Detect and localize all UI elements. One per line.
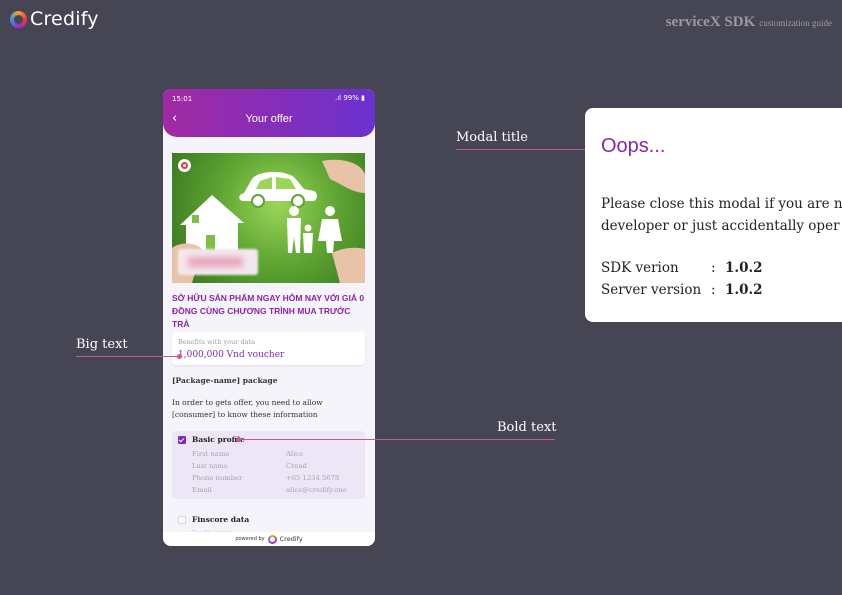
- annotation-big-text-dot: [177, 354, 182, 359]
- finscore-checkbox[interactable]: [178, 516, 186, 524]
- status-battery: .ıl 99% ▮: [335, 94, 365, 102]
- field-label: First name: [192, 450, 230, 458]
- modal-body-line: developer or just accidentally oper: [601, 218, 840, 234]
- powered-by-footer: powered by Credify: [163, 532, 375, 546]
- benefit-value: 1,000,000 Vnd voucher: [178, 350, 285, 360]
- basic-profile-checkbox[interactable]: [178, 436, 186, 444]
- guide-heading: serviceX SDK customization guide: [666, 13, 832, 31]
- sdk-version-row: SDK verion:1.0.2: [601, 260, 763, 276]
- phone-mockup: 15:01 .ıl 99% ▮ ‹ Your offer SỞ HỮU SẢN …: [163, 89, 375, 546]
- error-modal: Oops... Please close this modal if you a…: [585, 108, 842, 322]
- server-version-row: Server version:1.0.2: [601, 282, 763, 298]
- sdk-version-colon: :: [711, 260, 716, 276]
- field-label: Last name: [192, 462, 228, 470]
- screen-title: Your offer: [245, 113, 293, 125]
- credify-mini-ring-icon: [267, 534, 277, 544]
- annotation-big-text-line: [76, 356, 180, 357]
- package-title: [Package-name] package: [172, 376, 278, 385]
- offer-headline: SỞ HỮU SẢN PHẨM NGAY HÔM NAY VỚI GIÁ 0 Đ…: [172, 293, 365, 329]
- guide-subtitle: customization guide: [759, 18, 832, 28]
- field-value: Cread: [286, 462, 307, 470]
- offer-hero-image: [172, 153, 365, 283]
- annotation-bold-text-label: Bold text: [497, 420, 557, 435]
- credify-ring-icon: [10, 10, 27, 28]
- sdk-version-label: SDK verion: [601, 260, 679, 276]
- annotation-bold-text-line: [238, 439, 555, 440]
- footer-brand: Credify: [279, 535, 303, 543]
- field-label: Phone number: [192, 474, 243, 482]
- annotation-modal-title-label: Modal title: [456, 130, 528, 145]
- field-value: alice@credify.one: [286, 486, 347, 494]
- finscore-title: Finscore data: [192, 515, 250, 524]
- annotation-bold-text-dot: [236, 437, 241, 442]
- modal-body: Please close this modal if you are n dev…: [601, 193, 842, 237]
- phone-header: 15:01 .ıl 99% ▮ ‹ Your offer: [163, 89, 375, 137]
- credify-badge-icon: [178, 159, 191, 172]
- server-version-colon: :: [711, 282, 716, 298]
- sdk-version-value: 1.0.2: [725, 260, 763, 276]
- field-value: +65 1234 5678: [286, 474, 340, 482]
- credify-logo: Credify: [10, 8, 99, 30]
- blurred-logo-image: [178, 249, 258, 275]
- guide-title: serviceX SDK: [665, 14, 756, 30]
- annotation-big-text-label: Big text: [76, 337, 128, 352]
- server-version-label: Server version: [601, 282, 702, 298]
- modal-body-line: Please close this modal if you are n: [601, 196, 842, 212]
- basic-profile-card[interactable]: Basic profile First name Alice Last name…: [172, 431, 365, 499]
- annotation-modal-title-line: [456, 149, 604, 150]
- powered-by-text: powered by: [235, 536, 265, 542]
- field-label: Email: [192, 486, 212, 494]
- consent-intro-text: In order to gets offer, you need to allo…: [172, 398, 323, 419]
- status-time: 15:01: [172, 95, 193, 103]
- logo-text: Credify: [30, 8, 99, 30]
- benefit-card: Benefits with your data 1,000,000 Vnd vo…: [172, 332, 365, 365]
- modal-title: Oops...: [601, 135, 666, 157]
- benefit-label: Benefits with your data: [178, 338, 255, 346]
- field-value: Alice: [286, 450, 304, 458]
- server-version-value: 1.0.2: [725, 282, 763, 298]
